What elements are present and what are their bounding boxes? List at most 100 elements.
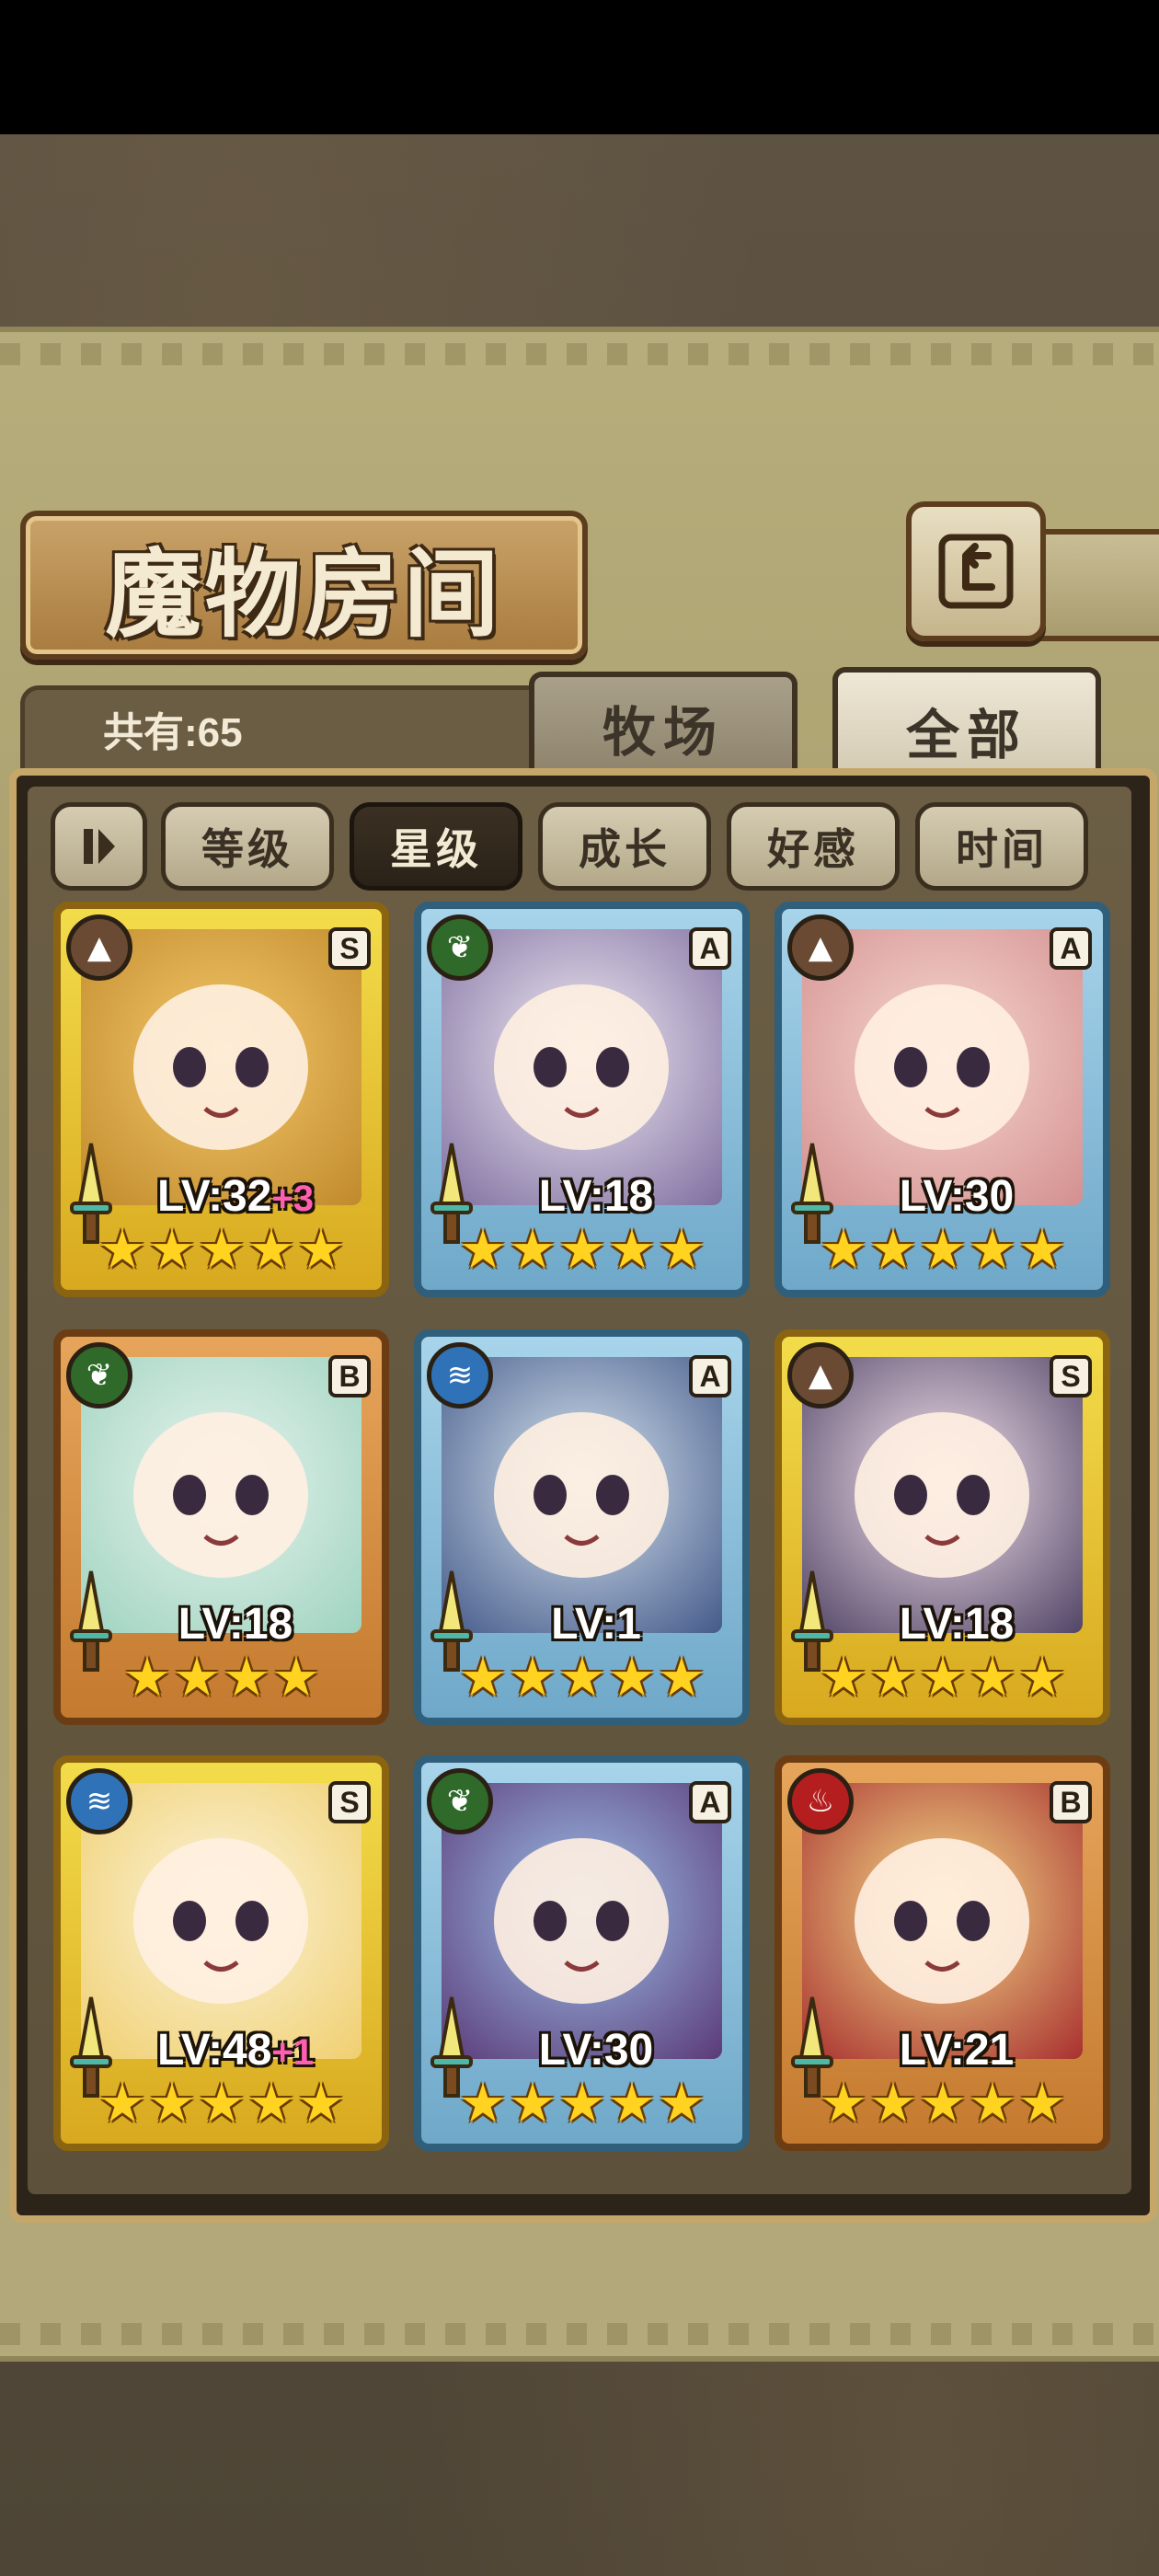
title-plate: 魔物房间 bbox=[20, 511, 588, 660]
star-icon: ★ bbox=[297, 2072, 345, 2134]
sort-button-stars[interactable]: 星级 bbox=[350, 802, 522, 891]
rank-badge: B bbox=[328, 1355, 371, 1397]
grass-element-icon: ❦ bbox=[427, 1768, 493, 1834]
star-icon: ★ bbox=[123, 1646, 171, 1708]
star-icon: ★ bbox=[558, 1218, 606, 1281]
star-rating: ★ ★ ★ ★ bbox=[88, 1648, 355, 1707]
star-rating: ★ ★ ★ ★ ★ bbox=[449, 2074, 716, 2133]
monster-level: LV:18 bbox=[486, 1171, 706, 1222]
star-icon: ★ bbox=[223, 1646, 270, 1708]
rank-badge: S bbox=[328, 1781, 371, 1823]
sort-button-level[interactable]: 等级 bbox=[161, 802, 334, 891]
rank-badge: A bbox=[1050, 927, 1092, 970]
star-icon: ★ bbox=[459, 1646, 507, 1708]
sort-button-time[interactable]: 时间 bbox=[915, 802, 1088, 891]
monster-card[interactable]: ❦ A LV:30 ★ ★ ★ ★ ★ bbox=[414, 1755, 750, 2151]
level-value: LV:18 bbox=[899, 1600, 1015, 1649]
star-icon: ★ bbox=[820, 2072, 867, 2134]
star-icon: ★ bbox=[969, 2072, 1016, 2134]
star-rating: ★ ★ ★ ★ ★ bbox=[449, 1648, 716, 1707]
monster-card[interactable]: ≋ A LV:1 ★ ★ ★ ★ ★ bbox=[414, 1329, 750, 1725]
star-icon: ★ bbox=[459, 1218, 507, 1281]
star-icon: ★ bbox=[247, 1218, 295, 1281]
monster-card[interactable]: ▲ S LV:18 ★ ★ ★ ★ ★ bbox=[775, 1329, 1110, 1725]
star-icon: ★ bbox=[608, 2072, 656, 2134]
star-icon: ★ bbox=[173, 1646, 221, 1708]
star-icon: ★ bbox=[919, 1218, 967, 1281]
star-icon: ★ bbox=[98, 2072, 146, 2134]
level-value: LV:32 bbox=[156, 1172, 272, 1221]
rank-badge: A bbox=[689, 1781, 731, 1823]
sort-order-toggle[interactable] bbox=[51, 802, 147, 891]
level-bonus: +3 bbox=[271, 1179, 315, 1219]
sort-order-icon bbox=[83, 829, 115, 864]
monster-card[interactable]: ❦ B LV:18 ★ ★ ★ ★ bbox=[53, 1329, 389, 1725]
star-icon: ★ bbox=[558, 1646, 606, 1708]
star-icon: ★ bbox=[198, 2072, 246, 2134]
earth-element-icon: ▲ bbox=[66, 914, 132, 981]
grass-element-icon: ❦ bbox=[66, 1342, 132, 1409]
star-icon: ★ bbox=[459, 2072, 507, 2134]
star-icon: ★ bbox=[198, 1218, 246, 1281]
back-rail bbox=[1035, 529, 1159, 641]
star-icon: ★ bbox=[869, 1218, 917, 1281]
monster-level: LV:21 bbox=[846, 2025, 1067, 2076]
earth-element-icon: ▲ bbox=[787, 1342, 854, 1409]
rank-badge: A bbox=[689, 1355, 731, 1397]
star-icon: ★ bbox=[297, 1218, 345, 1281]
star-icon: ★ bbox=[1018, 2072, 1066, 2134]
star-icon: ★ bbox=[509, 2072, 557, 2134]
level-bonus: +1 bbox=[271, 2032, 315, 2073]
star-rating: ★ ★ ★ ★ ★ bbox=[809, 2074, 1076, 2133]
star-icon: ★ bbox=[148, 1218, 196, 1281]
star-icon: ★ bbox=[608, 1218, 656, 1281]
grass-element-icon: ❦ bbox=[427, 914, 493, 981]
monster-level: LV:30 bbox=[846, 1171, 1067, 1222]
star-rating: ★ ★ ★ ★ ★ bbox=[449, 1220, 716, 1279]
star-icon: ★ bbox=[919, 2072, 967, 2134]
star-rating: ★ ★ ★ ★ ★ bbox=[809, 1648, 1076, 1707]
water-element-icon: ≋ bbox=[427, 1342, 493, 1409]
sort-button-affection[interactable]: 好感 bbox=[727, 802, 900, 891]
star-icon: ★ bbox=[820, 1646, 867, 1708]
star-icon: ★ bbox=[272, 1646, 320, 1708]
monster-level: LV:30 bbox=[486, 2025, 706, 2076]
star-icon: ★ bbox=[148, 2072, 196, 2134]
star-icon: ★ bbox=[608, 1646, 656, 1708]
monster-count-bar: 共有:65 bbox=[20, 685, 572, 776]
rank-badge: A bbox=[689, 927, 731, 970]
tab-pasture[interactable]: 牧场 bbox=[529, 672, 798, 778]
star-icon: ★ bbox=[509, 1218, 557, 1281]
back-button[interactable] bbox=[906, 501, 1046, 641]
star-rating: ★ ★ ★ ★ ★ bbox=[88, 1220, 355, 1279]
monster-count: 共有:65 bbox=[103, 710, 243, 755]
monster-card[interactable]: ▲ S LV:32+3 ★ ★ ★ ★ ★ bbox=[53, 902, 389, 1297]
star-rating: ★ ★ ★ ★ ★ bbox=[809, 1220, 1076, 1279]
star-icon: ★ bbox=[869, 2072, 917, 2134]
star-icon: ★ bbox=[820, 1218, 867, 1281]
star-icon: ★ bbox=[1018, 1646, 1066, 1708]
level-value: LV:18 bbox=[178, 1600, 293, 1649]
star-icon: ★ bbox=[969, 1218, 1016, 1281]
star-icon: ★ bbox=[247, 2072, 295, 2134]
level-value: LV:21 bbox=[899, 2026, 1015, 2075]
monster-card[interactable]: ❦ A LV:18 ★ ★ ★ ★ ★ bbox=[414, 902, 750, 1297]
monster-level: LV:18 bbox=[125, 1599, 346, 1650]
level-value: LV:48 bbox=[156, 2026, 272, 2075]
star-icon: ★ bbox=[658, 1218, 706, 1281]
star-icon: ★ bbox=[658, 1646, 706, 1708]
water-element-icon: ≋ bbox=[66, 1768, 132, 1834]
monster-level: LV:18 bbox=[846, 1599, 1067, 1650]
earth-element-icon: ▲ bbox=[787, 914, 854, 981]
monster-level: LV:1 bbox=[486, 1599, 706, 1650]
rank-badge: B bbox=[1050, 1781, 1092, 1823]
back-arrow-icon bbox=[938, 534, 1014, 609]
monster-card[interactable]: ▲ A LV:30 ★ ★ ★ ★ ★ bbox=[775, 902, 1110, 1297]
monster-card[interactable]: ≋ S LV:48+1 ★ ★ ★ ★ ★ bbox=[53, 1755, 389, 2151]
fire-element-icon: ♨ bbox=[787, 1768, 854, 1834]
star-icon: ★ bbox=[919, 1646, 967, 1708]
star-rating: ★ ★ ★ ★ ★ bbox=[88, 2074, 355, 2133]
monster-card[interactable]: ♨ B LV:21 ★ ★ ★ ★ ★ bbox=[775, 1755, 1110, 2151]
sort-button-growth[interactable]: 成长 bbox=[538, 802, 711, 891]
star-icon: ★ bbox=[1018, 1218, 1066, 1281]
